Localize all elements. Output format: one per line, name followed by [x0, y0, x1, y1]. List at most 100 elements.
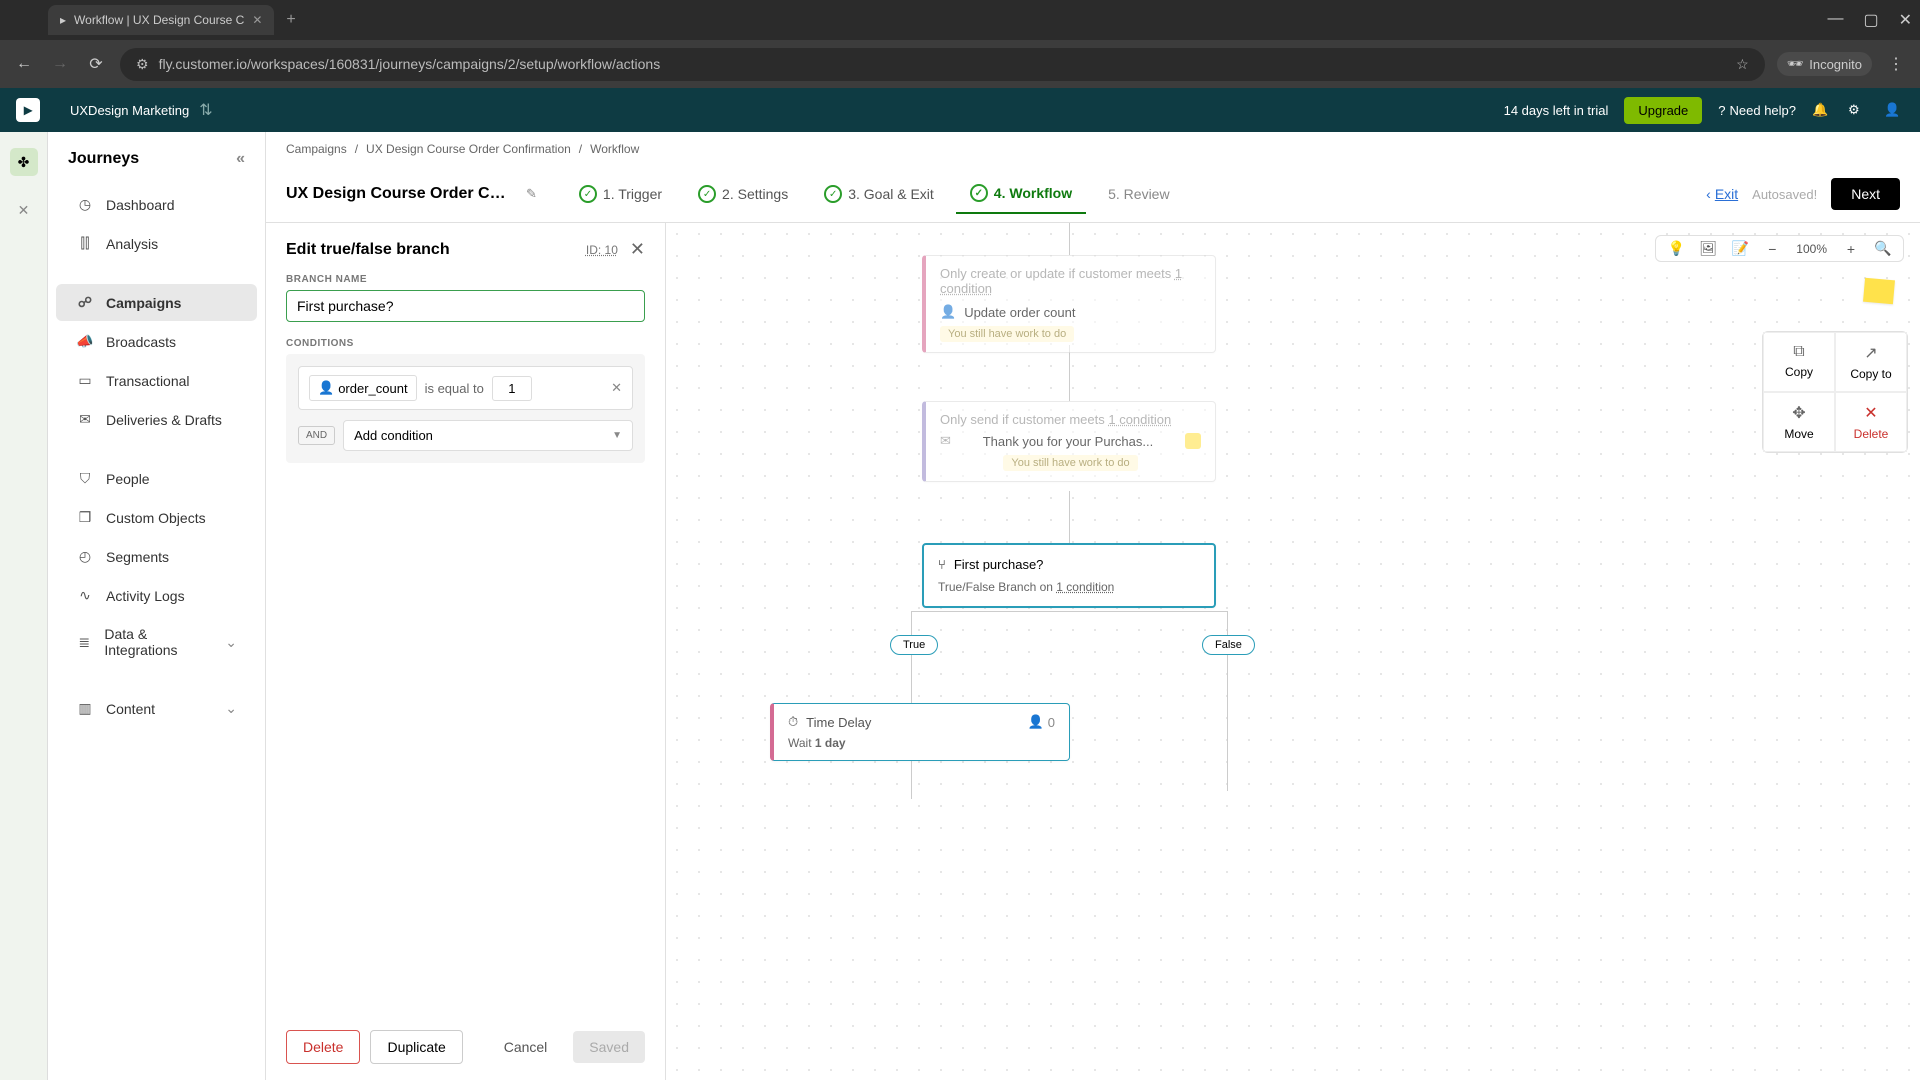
- maximize-icon[interactable]: ▢: [1863, 10, 1878, 30]
- close-inspector-icon[interactable]: ✕: [630, 239, 645, 260]
- condition-value[interactable]: 1: [492, 376, 532, 401]
- settings-icon[interactable]: ⚙: [1848, 102, 1868, 118]
- step-review[interactable]: 5. Review: [1094, 176, 1183, 212]
- reload-icon[interactable]: ⟳: [84, 54, 108, 74]
- browser-tab-bar: ▸ Workflow | UX Design Course C ✕ + — ▢ …: [0, 0, 1920, 40]
- browser-tab[interactable]: ▸ Workflow | UX Design Course C ✕: [48, 5, 274, 35]
- account-icon[interactable]: 👤: [1884, 102, 1904, 118]
- app-logo[interactable]: ▸: [16, 98, 40, 122]
- forward-icon[interactable]: →: [48, 55, 72, 73]
- breadcrumb-campaign-name[interactable]: UX Design Course Order Confirmation: [366, 142, 571, 156]
- sidebar-item-dashboard[interactable]: ◷Dashboard: [56, 186, 257, 223]
- minimize-icon[interactable]: —: [1827, 10, 1843, 30]
- mini-sidebar-journeys[interactable]: ✤: [10, 148, 38, 176]
- sidebar-item-transactional[interactable]: ▭Transactional: [56, 362, 257, 399]
- image-icon[interactable]: 🖼: [1696, 240, 1720, 257]
- palette-delete[interactable]: ✕Delete: [1835, 392, 1907, 452]
- node-thank-you-email[interactable]: Only send if customer meets 1 condition …: [922, 401, 1216, 482]
- step-label: 3. Goal & Exit: [848, 186, 934, 202]
- sidebar-item-segments[interactable]: ◴Segments: [56, 538, 257, 575]
- node-action-title: Update order count: [964, 305, 1075, 320]
- add-condition-label: Add condition: [354, 428, 433, 443]
- delete-button[interactable]: Delete: [286, 1030, 360, 1064]
- duplicate-button[interactable]: Duplicate: [370, 1030, 462, 1064]
- sidebar-item-content[interactable]: ▥Content⌄: [56, 690, 257, 727]
- sidebar-item-campaigns[interactable]: ☍Campaigns: [56, 284, 257, 321]
- new-tab-button[interactable]: +: [286, 11, 295, 29]
- step-settings[interactable]: ✓2. Settings: [684, 175, 802, 213]
- workspace-switcher-icon[interactable]: ⇅: [199, 100, 212, 120]
- segments-icon: ◴: [76, 548, 94, 565]
- search-icon[interactable]: 🔍: [1871, 240, 1895, 257]
- sidebar-item-label: People: [106, 471, 150, 487]
- check-icon: ✓: [824, 185, 842, 203]
- workspace-name[interactable]: UXDesign Marketing: [70, 103, 189, 118]
- inspector-id[interactable]: ID: 10: [586, 243, 618, 257]
- condition-row[interactable]: 👤order_count is equal to 1 ✕: [298, 366, 633, 410]
- site-settings-icon[interactable]: ⚙: [136, 56, 149, 73]
- node-first-purchase-branch[interactable]: ⑂First purchase? True/False Branch on 1 …: [922, 543, 1216, 608]
- exit-link[interactable]: ‹Exit: [1706, 186, 1738, 202]
- edit-title-icon[interactable]: ✎: [526, 186, 537, 202]
- move-icon: ✥: [1772, 403, 1826, 423]
- palette-copy[interactable]: ⧉Copy: [1763, 332, 1835, 392]
- branch-label-false[interactable]: False: [1202, 635, 1255, 655]
- sidebar-item-custom-objects[interactable]: ❒Custom Objects: [56, 499, 257, 536]
- workflow-canvas[interactable]: 💡 🖼 📝 − 100% + 🔍 ⧉Copy ↗Copy to ✥Move ✕D…: [666, 223, 1920, 1080]
- mini-sidebar-other[interactable]: ✕: [10, 196, 38, 224]
- condition-link[interactable]: 1 condition: [1108, 412, 1171, 427]
- transactional-icon: ▭: [76, 372, 94, 389]
- notifications-icon[interactable]: 🔔: [1812, 102, 1832, 118]
- node-time-delay[interactable]: ⏱Time Delay👤0 Wait 1 day: [770, 703, 1070, 761]
- remove-condition-icon[interactable]: ✕: [611, 380, 622, 396]
- condition-attribute[interactable]: 👤order_count: [309, 375, 417, 401]
- data-icon: ≣: [76, 634, 92, 651]
- node-update-order-count[interactable]: Only create or update if customer meets …: [922, 255, 1216, 353]
- upgrade-button[interactable]: Upgrade: [1624, 97, 1702, 124]
- sidebar-item-label: Custom Objects: [106, 510, 206, 526]
- bookmark-icon[interactable]: ☆: [1736, 56, 1749, 73]
- sidebar-item-broadcasts[interactable]: 📣Broadcasts: [56, 323, 257, 360]
- palette-move[interactable]: ✥Move: [1763, 392, 1835, 452]
- back-icon[interactable]: ←: [12, 55, 36, 73]
- close-icon[interactable]: ✕: [252, 13, 262, 27]
- chevron-down-icon: ⌄: [225, 634, 237, 651]
- palette-copy-to[interactable]: ↗Copy to: [1835, 332, 1907, 392]
- sidebar-item-label: Data & Integrations: [104, 626, 213, 658]
- condition-link[interactable]: 1 condition: [1056, 580, 1114, 594]
- sidebar-item-activity-logs[interactable]: ∿Activity Logs: [56, 577, 257, 614]
- analysis-icon: ⫿⫿: [76, 235, 94, 252]
- check-icon: ✓: [579, 185, 597, 203]
- sticky-note[interactable]: [1863, 278, 1895, 305]
- sidebar-item-people[interactable]: ⛉People: [56, 460, 257, 497]
- branch-label-true[interactable]: True: [890, 635, 938, 655]
- url-bar[interactable]: ⚙ fly.customer.io/workspaces/160831/jour…: [120, 48, 1765, 81]
- collapse-sidebar-icon[interactable]: «: [236, 150, 245, 168]
- browser-menu-icon[interactable]: ⋮: [1884, 54, 1908, 74]
- sidebar-item-analysis[interactable]: ⫿⫿Analysis: [56, 225, 257, 262]
- zoom-in-icon[interactable]: +: [1839, 241, 1863, 257]
- breadcrumb-campaigns[interactable]: Campaigns: [286, 142, 347, 156]
- step-goal-exit[interactable]: ✓ 3. Goal & Exit: [810, 175, 948, 213]
- note-icon[interactable]: 📝: [1728, 240, 1752, 257]
- cancel-button[interactable]: Cancel: [488, 1031, 564, 1063]
- branch-name-input[interactable]: [286, 290, 645, 322]
- zoom-out-icon[interactable]: −: [1760, 241, 1784, 257]
- and-badge[interactable]: AND: [298, 426, 335, 445]
- sidebar-item-deliveries[interactable]: ✉Deliveries & Drafts: [56, 401, 257, 438]
- step-trigger[interactable]: ✓1. Trigger: [565, 175, 676, 213]
- help-link[interactable]: ?Need help?: [1718, 103, 1796, 118]
- close-window-icon[interactable]: ✕: [1899, 10, 1912, 30]
- sidebar-item-data-integrations[interactable]: ≣ Data & Integrations ⌄: [56, 616, 257, 668]
- step-workflow[interactable]: ✓4. Workflow: [956, 174, 1086, 214]
- sidebar-item-label: Campaigns: [106, 295, 181, 311]
- person-icon: 👤: [318, 380, 334, 396]
- breadcrumb: Campaigns / UX Design Course Order Confi…: [266, 132, 1920, 166]
- lightbulb-icon[interactable]: 💡: [1664, 240, 1688, 257]
- add-condition-select[interactable]: Add condition ▼: [343, 420, 633, 451]
- next-button[interactable]: Next: [1831, 178, 1900, 210]
- sidebar-item-label: Deliveries & Drafts: [106, 412, 222, 428]
- person-icon: 👤: [940, 304, 956, 320]
- broadcasts-icon: 📣: [76, 333, 94, 350]
- tab-favicon: ▸: [60, 13, 66, 27]
